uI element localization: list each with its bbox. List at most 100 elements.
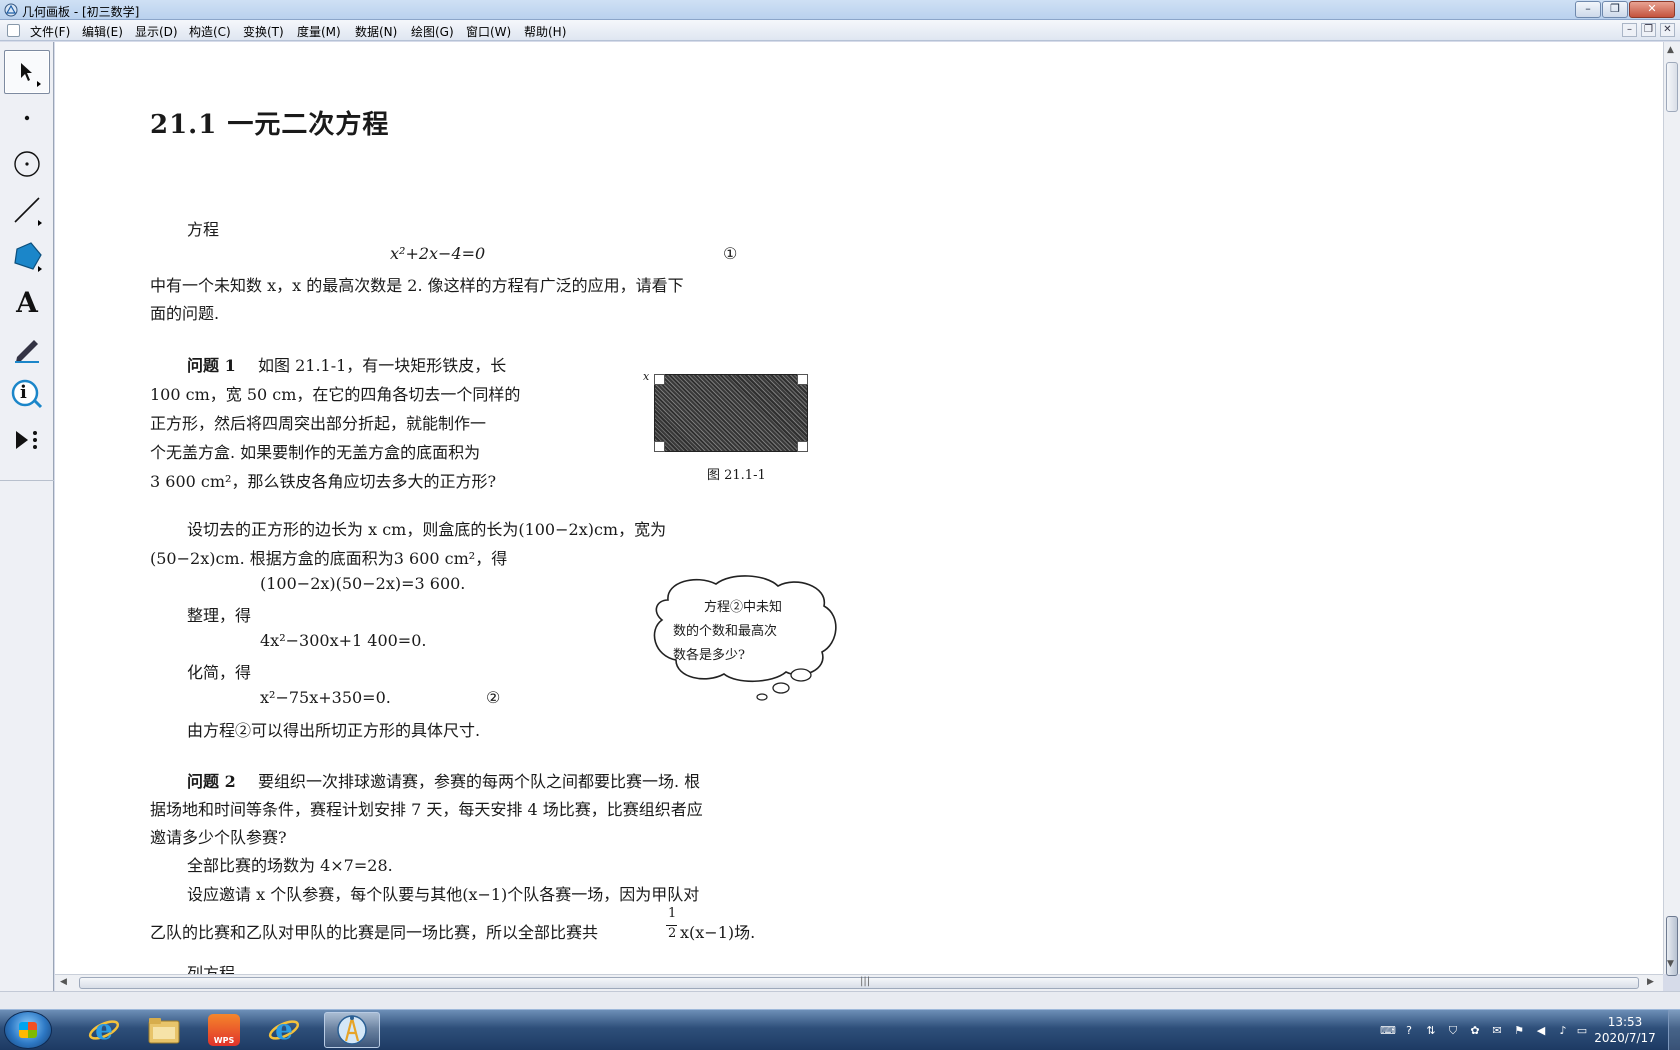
equation-1: x²+2x−4=0 xyxy=(390,244,486,263)
text-line: 由方程②可以得出所切正方形的具体尺寸. xyxy=(187,721,481,740)
equation: (100−2x)(50−2x)=3 600. xyxy=(260,574,466,593)
network-updown-tray-icon[interactable]: ⇅ xyxy=(1424,1024,1438,1038)
wps-icon: WPS xyxy=(208,1014,240,1046)
text-line: 面的问题. xyxy=(150,304,220,323)
scroll-left-arrow-icon[interactable]: ◀ xyxy=(60,977,67,987)
point-tool[interactable] xyxy=(4,96,50,140)
fraction-denominator: 2 xyxy=(668,926,677,941)
scroll-down-arrow-icon[interactable]: ▼ xyxy=(1667,959,1674,969)
restore-button[interactable]: ❐ xyxy=(1602,1,1628,18)
equation: x²−75x+350=0. xyxy=(260,688,391,707)
circle-icon xyxy=(14,151,40,177)
flower-tray-icon[interactable]: ✿ xyxy=(1468,1024,1482,1038)
grip-lines-icon: ||| xyxy=(860,976,871,987)
bubble-line: 方程②中未知 xyxy=(704,600,783,615)
taskbar-app-internet-explorer[interactable]: e xyxy=(76,1012,132,1048)
minimize-button[interactable]: – xyxy=(1575,1,1601,18)
text-line: 乙队的比赛和乙队对甲队的比赛是同一场比赛，所以全部比赛共 xyxy=(150,923,599,942)
restore-icon: ❐ xyxy=(1610,2,1620,15)
toolbox: A i xyxy=(0,42,54,992)
compass-tool[interactable] xyxy=(4,142,50,186)
bubble-line: 数各是多少? xyxy=(673,648,745,663)
keyboard-tray-icon[interactable]: ⌨ xyxy=(1380,1024,1396,1038)
menu-display[interactable]: 显示(D) xyxy=(135,23,178,40)
minimize-icon: – xyxy=(1627,24,1632,35)
text-line: (50−2x)cm. 根据方盒的底面积为3 600 cm²，得 xyxy=(150,549,508,568)
volume-tray-icon[interactable]: ♪ xyxy=(1556,1024,1570,1038)
monitor-tray-icon[interactable]: ▭ xyxy=(1575,1024,1589,1038)
iron-sheet-figure xyxy=(654,374,808,452)
menu-file[interactable]: 文件(F) xyxy=(30,23,70,40)
speaker-tray-icon[interactable]: ◀ xyxy=(1534,1024,1548,1038)
show-desktop-button[interactable] xyxy=(1668,1010,1680,1050)
svg-text:e: e xyxy=(95,1013,113,1046)
text-line: 列方程 xyxy=(187,964,236,974)
menu-transform[interactable]: 变换(T) xyxy=(243,23,284,40)
vertical-scrollbar[interactable]: ▲ ▼ xyxy=(1663,42,1680,976)
clock-time: 13:53 xyxy=(1607,1015,1643,1029)
scroll-right-arrow-icon[interactable]: ▶ xyxy=(1647,977,1654,987)
custom-tool[interactable] xyxy=(4,418,50,462)
help-tray-icon[interactable]: ? xyxy=(1402,1024,1416,1038)
text-line: 方程 xyxy=(187,220,220,239)
thought-bubble: 方程②中未知 数的个数和最高次 数各是多少? xyxy=(646,572,837,701)
doc-close-button[interactable]: ✕ xyxy=(1660,23,1675,37)
close-icon: ✕ xyxy=(1663,24,1672,35)
menu-help[interactable]: 帮助(H) xyxy=(524,23,566,40)
text-line: 100 cm，宽 50 cm，在它的四角各切去一个同样的 xyxy=(150,385,521,404)
polygon-tool[interactable] xyxy=(4,234,50,278)
text-line: 正方形，然后将四周突出部分折起，就能制作一 xyxy=(150,414,487,433)
mail-tray-icon[interactable]: ✉ xyxy=(1490,1024,1504,1038)
sketchpad-icon xyxy=(337,1015,367,1045)
equation-number: ① xyxy=(723,244,738,263)
taskbar-app-internet-explorer-2[interactable]: e xyxy=(256,1012,312,1048)
doc-minimize-button[interactable]: – xyxy=(1622,23,1637,37)
start-button[interactable] xyxy=(4,1011,52,1049)
sketch-canvas[interactable]: 21.1 一元二次方程 方程 x²+2x−4=0 ① 中有一个未知数 x，x 的… xyxy=(55,42,1663,974)
wps-icon-label: WPS xyxy=(213,1036,235,1045)
text-line: 中有一个未知数 x，x 的最高次数是 2. 像这样的方程有广泛的应用，请看下 xyxy=(150,276,684,295)
information-tool[interactable]: i xyxy=(4,372,50,416)
textbook-page: 21.1 一元二次方程 方程 x²+2x−4=0 ① 中有一个未知数 x，x 的… xyxy=(150,42,850,974)
status-strip xyxy=(0,991,1680,1009)
arrow-select-tool[interactable] xyxy=(4,50,50,94)
clock-date: 2020/7/17 xyxy=(1594,1031,1656,1045)
window-title: 几何画板 - [初三数学] xyxy=(22,5,140,19)
minimize-icon: – xyxy=(1585,2,1591,15)
doc-restore-button[interactable]: ❐ xyxy=(1641,23,1656,37)
text-line: 全部比赛的场数为 4×7=28. xyxy=(187,856,393,875)
document-icon[interactable] xyxy=(7,24,20,37)
flag-tray-icon[interactable]: ⚑ xyxy=(1512,1024,1526,1038)
menu-construct[interactable]: 构造(C) xyxy=(189,23,231,40)
shield-tray-icon[interactable]: ⛉ xyxy=(1446,1024,1460,1038)
menu-edit[interactable]: 编辑(E) xyxy=(82,23,123,40)
marker-tool[interactable] xyxy=(4,326,50,370)
text-line: 设应邀请 x 个队参赛，每个队要与其他(x−1)个队各赛一场，因为甲队对 xyxy=(187,885,700,904)
scroll-up-arrow-icon[interactable]: ▲ xyxy=(1667,45,1674,55)
menu-graph[interactable]: 绘图(G) xyxy=(411,23,454,40)
horizontal-scrollbar[interactable]: ◀ ||| ▶ xyxy=(55,974,1663,991)
close-button[interactable]: ✕ xyxy=(1629,1,1675,18)
taskbar-app-wps[interactable]: WPS xyxy=(196,1012,252,1048)
point-icon xyxy=(24,115,30,121)
text-line: x(x−1)场. xyxy=(680,923,756,942)
sketchpad-app-icon xyxy=(4,3,18,17)
horizontal-scroll-thumb[interactable]: ||| xyxy=(79,976,1639,989)
text-line: 整理，得 xyxy=(187,606,252,625)
window-titlebar[interactable]: 几何画板 - [初三数学] – ❐ ✕ xyxy=(0,0,1680,20)
straightedge-tool[interactable] xyxy=(4,188,50,232)
taskbar-app-geometers-sketchpad[interactable] xyxy=(324,1012,380,1048)
menu-window[interactable]: 窗口(W) xyxy=(466,23,511,40)
vertical-scroll-thumb[interactable] xyxy=(1666,62,1678,112)
text-tool[interactable]: A xyxy=(4,280,50,324)
taskbar-app-file-explorer[interactable] xyxy=(136,1012,192,1048)
system-clock[interactable]: 13:53 2020/7/17 xyxy=(1590,1014,1660,1046)
equation-number: ② xyxy=(486,688,501,707)
internet-explorer-icon: e xyxy=(268,1013,300,1046)
menu-measure[interactable]: 度量(M) xyxy=(297,23,341,40)
text-line: 要组织一次排球邀请赛，参赛的每两个队之间都要比赛一场. 根 xyxy=(258,772,701,791)
internet-explorer-icon: e xyxy=(88,1013,120,1046)
menu-data[interactable]: 数据(N) xyxy=(355,23,397,40)
section-heading: 21.1 一元二次方程 xyxy=(150,110,390,140)
fraction-numerator: 1 xyxy=(668,906,677,921)
